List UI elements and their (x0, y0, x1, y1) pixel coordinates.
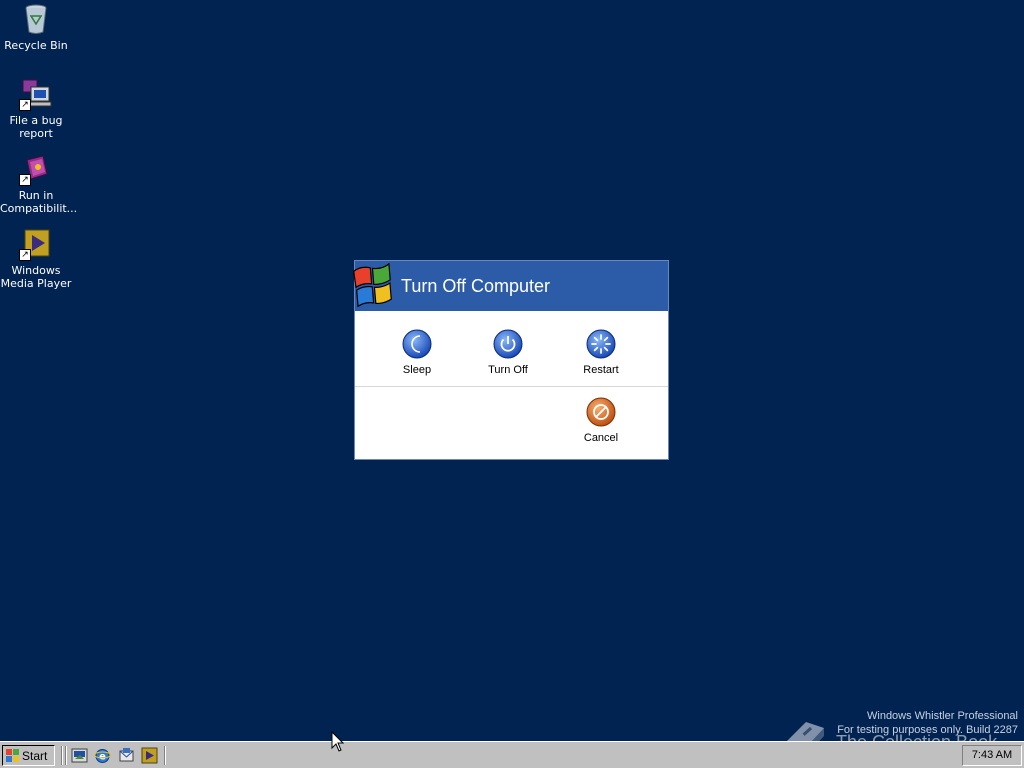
sleep-button[interactable]: Sleep (382, 329, 452, 376)
shortcut-arrow-icon: ↗ (19, 249, 31, 261)
sleep-label: Sleep (402, 364, 432, 376)
taskbar-separator (61, 746, 63, 765)
taskbar-separator (65, 746, 67, 765)
outlook-express-icon[interactable] (118, 747, 135, 764)
desktop-icon-label: File a bug report (9, 114, 63, 140)
turn-off-label: Turn Off (488, 364, 528, 376)
desktop: Recycle Bin ↗ File a bug report ↗ Run in… (0, 0, 1024, 741)
dialog-divider (355, 386, 668, 387)
start-button[interactable]: Start (2, 745, 55, 766)
restart-button[interactable]: Restart (566, 329, 636, 376)
taskbar: Start e 7:43 AM (0, 741, 1024, 768)
shortcut-arrow-icon: ↗ (19, 99, 31, 111)
restart-icon (586, 329, 616, 359)
turn-off-computer-dialog: Turn Off Computer Sleep Turn Off Restart… (353, 259, 669, 460)
start-label: Start (22, 749, 48, 763)
dialog-title: Turn Off Computer (401, 276, 551, 296)
bug-report-icon: ↗ (19, 77, 53, 111)
desktop-icon-windows-media-player[interactable]: ↗ Windows Media Player (0, 227, 72, 290)
svg-text:e: e (99, 752, 106, 763)
windows-flag-icon (6, 749, 20, 762)
desktop-icon-file-bug-report[interactable]: ↗ File a bug report (0, 77, 72, 140)
shortcut-arrow-icon: ↗ (19, 174, 31, 186)
cancel-icon (586, 397, 616, 427)
clock-text: 7:43 AM (971, 749, 1013, 761)
desktop-icon-run-in-compatibility[interactable]: ↗ Run in Compatibilit... (0, 152, 78, 215)
system-tray-clock[interactable]: 7:43 AM (962, 745, 1022, 766)
internet-explorer-icon[interactable]: e (94, 747, 111, 764)
power-icon (493, 329, 523, 359)
media-player-icon[interactable] (141, 747, 158, 764)
media-player-icon: ↗ (19, 227, 53, 261)
desktop-icon-label: Windows Media Player (0, 264, 72, 290)
restart-label: Restart (583, 364, 619, 376)
recycle-bin-icon (19, 2, 53, 36)
sleep-icon (402, 329, 432, 359)
compatibility-icon: ↗ (19, 152, 53, 186)
cancel-button[interactable]: Cancel (566, 397, 636, 444)
show-desktop-icon[interactable] (71, 747, 88, 764)
desktop-icon-label: Recycle Bin (4, 39, 68, 52)
windows-logo-icon (353, 259, 399, 309)
mouse-pointer-icon (331, 730, 345, 753)
taskbar-separator (164, 746, 166, 765)
desktop-icon-label: Run in Compatibilit... (0, 189, 78, 215)
desktop-icon-recycle-bin[interactable]: Recycle Bin (0, 2, 72, 52)
dialog-header: Turn Off Computer (353, 259, 668, 311)
cancel-label: Cancel (583, 432, 619, 444)
turn-off-button[interactable]: Turn Off (473, 329, 543, 376)
